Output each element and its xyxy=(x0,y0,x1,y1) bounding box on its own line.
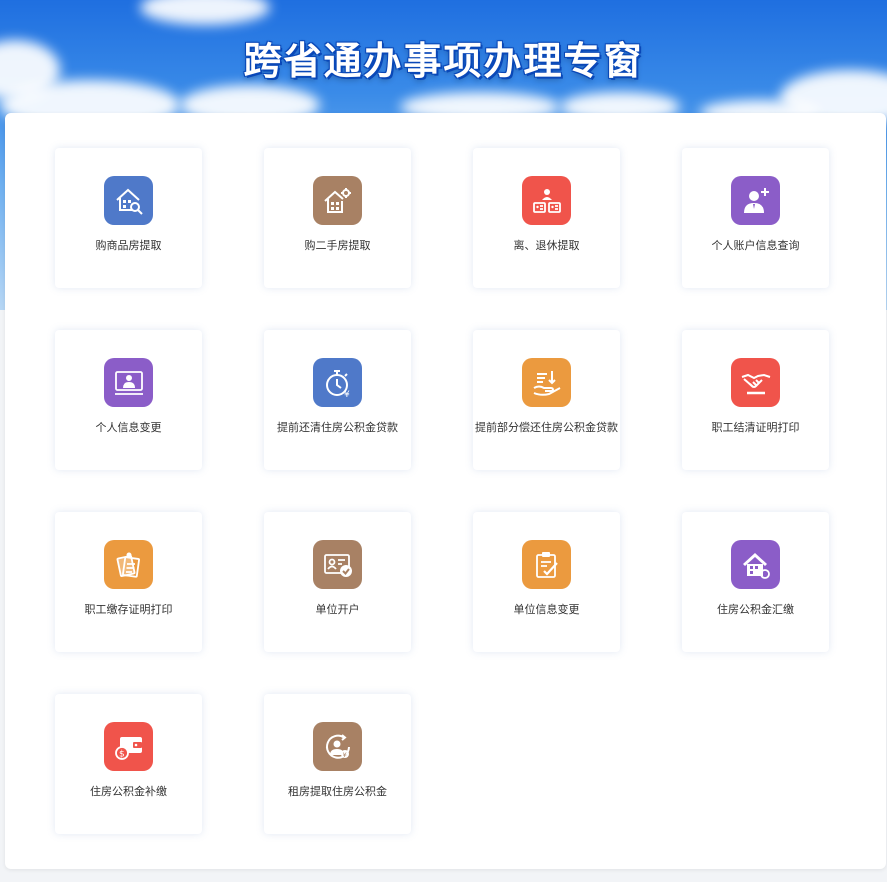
svg-text:$: $ xyxy=(119,749,125,759)
service-tile-label: 住房公积金汇缴 xyxy=(717,603,794,616)
service-tile-label: 提前还清住房公积金贷款 xyxy=(277,421,398,434)
clipboard-check-icon xyxy=(522,540,571,589)
service-tile-label: 购商品房提取 xyxy=(95,239,162,252)
retirement-cards-icon xyxy=(522,176,571,225)
service-tile-label: 购二手房提取 xyxy=(304,239,371,252)
service-tile-label: 单位开户 xyxy=(315,603,360,616)
service-tile-buy-new-house[interactable]: 购商品房提取 xyxy=(55,148,202,288)
service-tile-label: 单位信息变更 xyxy=(513,603,580,616)
hand-payment-icon xyxy=(522,358,571,407)
service-tile-settlement-cert[interactable]: 职工结清证明打印 xyxy=(682,330,829,470)
house-gear-icon xyxy=(313,176,362,225)
service-panel: 购商品房提取 购二手房提取 离、退休提取 个人账户信息查询 个人信息变更 ¥ 提… xyxy=(5,113,886,869)
svg-text:¥: ¥ xyxy=(344,390,350,399)
service-tile-partial-repay-loan[interactable]: 提前部分偿还住房公积金贷款 xyxy=(473,330,620,470)
stopwatch-yuan-icon: ¥ xyxy=(313,358,362,407)
service-tile-unit-info-change[interactable]: 单位信息变更 xyxy=(473,512,620,652)
cloud-decoration xyxy=(140,0,270,25)
service-tile-account-query[interactable]: 个人账户信息查询 xyxy=(682,148,829,288)
house-coin-icon xyxy=(731,540,780,589)
id-card-check-icon xyxy=(313,540,362,589)
service-tile-label: 租房提取住房公积金 xyxy=(288,785,387,798)
service-tile-label: 职工缴存证明打印 xyxy=(84,603,173,616)
service-tile-label: 住房公积金补缴 xyxy=(90,785,167,798)
service-tile-label: 提前部分偿还住房公积金贷款 xyxy=(475,421,618,434)
house-search-icon xyxy=(104,176,153,225)
svg-text:¥: ¥ xyxy=(342,751,346,759)
service-tile-fund-remit[interactable]: 住房公积金汇缴 xyxy=(682,512,829,652)
page-title: 跨省通办事项办理专窗 xyxy=(243,39,644,83)
service-tile-fund-supplement[interactable]: $ 住房公积金补缴 xyxy=(55,694,202,834)
user-add-icon xyxy=(731,176,780,225)
service-tile-rent-withdraw[interactable]: ¥ 租房提取住房公积金 xyxy=(264,694,411,834)
user-monitor-icon xyxy=(104,358,153,407)
service-tile-deposit-cert[interactable]: 职工缴存证明打印 xyxy=(55,512,202,652)
service-tile-label: 个人信息变更 xyxy=(95,421,162,434)
service-tile-buy-used-house[interactable]: 购二手房提取 xyxy=(264,148,411,288)
handshake-icon xyxy=(731,358,780,407)
service-tile-unit-open-account[interactable]: 单位开户 xyxy=(264,512,411,652)
service-tile-label: 离、退休提取 xyxy=(513,239,580,252)
service-tile-label: 个人账户信息查询 xyxy=(711,239,800,252)
wallet-icon: $ xyxy=(104,722,153,771)
service-tile-personal-info-change[interactable]: 个人信息变更 xyxy=(55,330,202,470)
service-tile-full-repay-loan[interactable]: ¥ 提前还清住房公积金贷款 xyxy=(264,330,411,470)
service-tile-label: 职工结清证明打印 xyxy=(711,421,800,434)
service-tile-retirement[interactable]: 离、退休提取 xyxy=(473,148,620,288)
user-circle-yuan-icon: ¥ xyxy=(313,722,362,771)
documents-icon xyxy=(104,540,153,589)
